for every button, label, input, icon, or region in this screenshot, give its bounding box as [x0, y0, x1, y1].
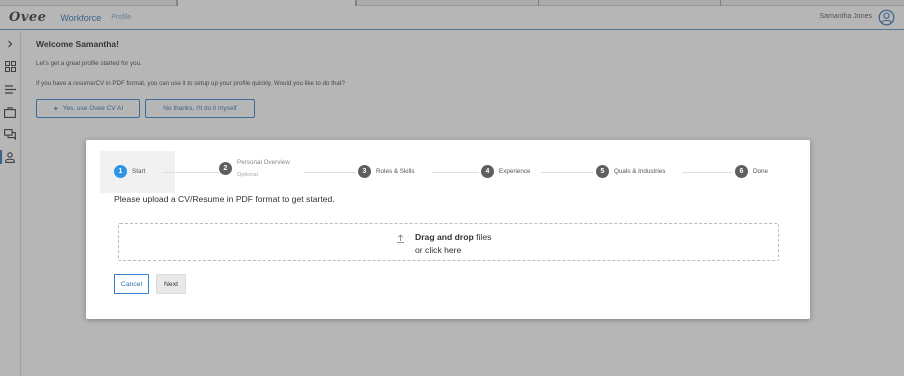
step-label: Start [132, 168, 146, 175]
step-start[interactable]: 1 Start [114, 165, 145, 178]
upload-instructions: Please upload a CV/Resume in PDF format … [114, 194, 335, 204]
dropzone-suffix: files [473, 232, 492, 242]
step-roles-skills[interactable]: 3 Roles & Skills [358, 165, 415, 178]
step-number: 1 [114, 165, 127, 178]
step-experience[interactable]: 4 Experience [481, 165, 531, 178]
step-label: Personal Overview [237, 159, 290, 166]
step-sublabel: Optional [237, 172, 258, 178]
step-number: 6 [735, 165, 748, 178]
step-number: 5 [596, 165, 609, 178]
step-connector [541, 172, 593, 173]
step-number: 2 [219, 162, 232, 175]
step-personal-overview[interactable]: 2 Personal Overview Optional [219, 159, 290, 178]
step-connector [682, 172, 732, 173]
dropzone-subtitle: or click here [415, 245, 462, 255]
step-number: 4 [481, 165, 494, 178]
step-label: Quals & Industries [614, 168, 666, 175]
step-label: Roles & Skills [376, 168, 415, 175]
progress-stepper: 1 Start 2 Personal Overview Optional 3 R… [100, 151, 790, 193]
next-button[interactable]: Next [156, 274, 186, 294]
dropzone-title: Drag and drop files [415, 232, 491, 242]
step-connector [432, 172, 479, 173]
step-connector [163, 172, 219, 173]
upload-cv-modal: 1 Start 2 Personal Overview Optional 3 R… [86, 140, 810, 319]
upload-icon [396, 233, 405, 244]
cv-dropzone[interactable]: Drag and drop files or click here [118, 223, 779, 261]
dropzone-bold: Drag and drop [415, 232, 474, 242]
step-quals-industries[interactable]: 5 Quals & Industries [596, 165, 665, 178]
cancel-button[interactable]: Cancel [114, 274, 149, 294]
step-done[interactable]: 6 Done [735, 165, 768, 178]
step-number: 3 [358, 165, 371, 178]
step-label: Done [753, 168, 769, 175]
step-connector [304, 172, 356, 173]
step-label: Experience [499, 168, 531, 175]
